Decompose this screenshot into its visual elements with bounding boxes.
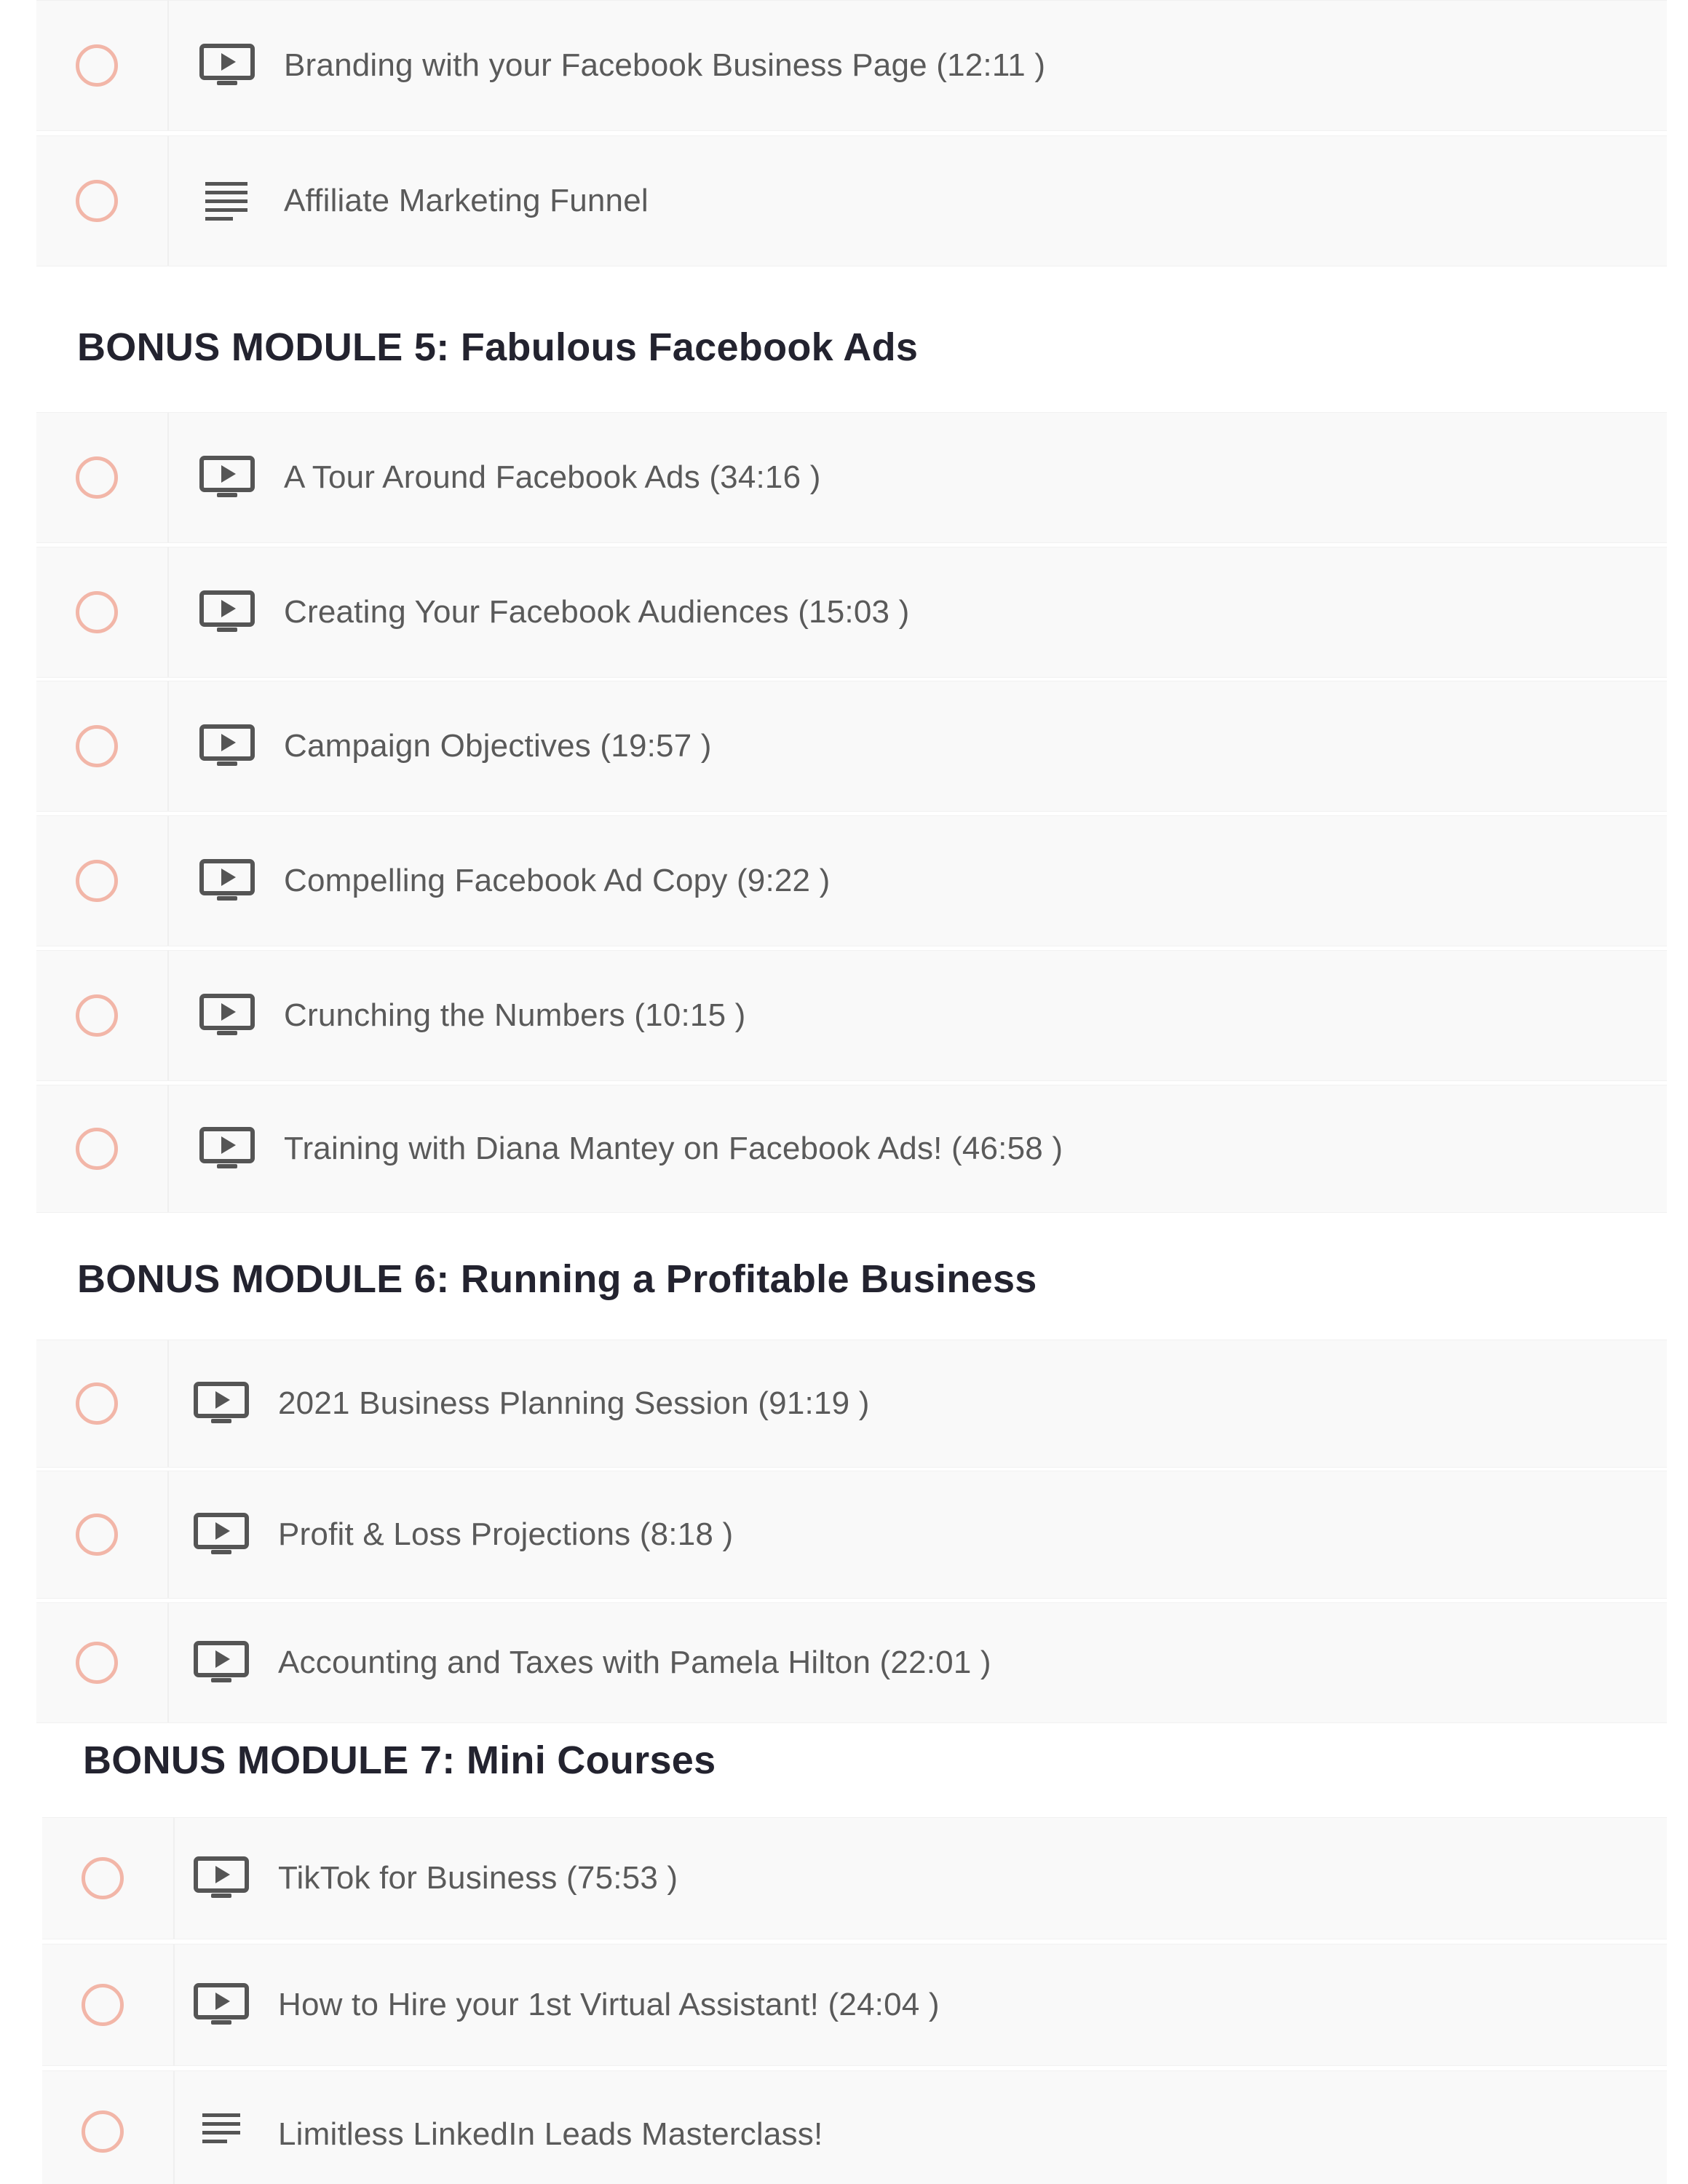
lesson-row[interactable]: Accounting and Taxes with Pamela Hilton … <box>36 1602 1667 1723</box>
lesson-row[interactable]: A Tour Around Facebook Ads (34:16 ) <box>36 412 1667 543</box>
play-screen-icon <box>198 589 256 636</box>
status-cell <box>42 1944 175 2065</box>
lesson-row[interactable]: 2021 Business Planning Session (91:19 ) <box>36 1340 1667 1468</box>
play-screen-icon <box>198 858 256 904</box>
incomplete-status-icon[interactable] <box>82 1984 124 2026</box>
lesson-row[interactable]: Creating Your Facebook Audiences (15:03 … <box>36 547 1667 678</box>
status-cell <box>36 1471 169 1598</box>
module-title: BONUS MODULE 6: Running a Profitable Bus… <box>77 1257 1037 1301</box>
lesson-title[interactable]: Profit & Loss Projections (8:18 ) <box>278 1516 733 1553</box>
incomplete-status-icon[interactable] <box>76 1514 118 1556</box>
status-cell <box>42 1818 175 1939</box>
lesson-row[interactable]: Profit & Loss Projections (8:18 ) <box>36 1471 1667 1599</box>
module-title: BONUS MODULE 5: Fabulous Facebook Ads <box>77 325 919 369</box>
play-screen-icon <box>198 723 256 769</box>
status-cell <box>36 1340 169 1467</box>
lesson-title[interactable]: Accounting and Taxes with Pamela Hilton … <box>278 1645 991 1681</box>
play-screen-icon <box>192 1380 250 1427</box>
lesson-title[interactable]: How to Hire your 1st Virtual Assistant! … <box>278 1987 940 2023</box>
incomplete-status-icon[interactable] <box>76 1382 118 1425</box>
lesson-row[interactable]: Affiliate Marketing Funnel <box>36 135 1667 266</box>
status-cell <box>36 136 169 266</box>
status-cell <box>36 547 169 677</box>
lesson-row[interactable]: Training with Diana Mantey on Facebook A… <box>36 1085 1667 1213</box>
play-screen-icon <box>198 42 256 89</box>
play-screen-icon <box>192 1855 250 1902</box>
text-lines-icon <box>198 178 256 224</box>
lesson-title[interactable]: Campaign Objectives (19:57 ) <box>284 728 712 764</box>
lesson-row[interactable]: TikTok for Business (75:53 ) <box>42 1817 1667 1939</box>
play-screen-icon <box>192 1511 250 1558</box>
play-screen-icon <box>192 1639 250 1686</box>
status-cell <box>36 681 169 811</box>
status-cell <box>36 1 169 130</box>
incomplete-status-icon[interactable] <box>76 456 118 499</box>
incomplete-status-icon[interactable] <box>76 994 118 1037</box>
lesson-row[interactable]: How to Hire your 1st Virtual Assistant! … <box>42 1944 1667 2066</box>
incomplete-status-icon[interactable] <box>76 591 118 633</box>
status-cell <box>36 413 169 542</box>
incomplete-status-icon[interactable] <box>82 2110 124 2153</box>
lesson-row[interactable]: Campaign Objectives (19:57 ) <box>36 681 1667 812</box>
lesson-title[interactable]: Creating Your Facebook Audiences (15:03 … <box>284 594 909 630</box>
incomplete-status-icon[interactable] <box>76 1128 118 1170</box>
status-cell <box>36 816 169 946</box>
incomplete-status-icon[interactable] <box>76 860 118 902</box>
lesson-row[interactable]: Limitless LinkedIn Leads Masterclass! <box>42 2070 1667 2184</box>
play-screen-icon <box>198 1125 256 1172</box>
lesson-title[interactable]: Training with Diana Mantey on Facebook A… <box>284 1131 1063 1167</box>
lesson-title[interactable]: Affiliate Marketing Funnel <box>284 183 649 219</box>
play-screen-icon <box>198 992 256 1039</box>
lesson-title[interactable]: Crunching the Numbers (10:15 ) <box>284 997 746 1034</box>
incomplete-status-icon[interactable] <box>76 725 118 767</box>
lesson-row[interactable]: Compelling Facebook Ad Copy (9:22 ) <box>36 815 1667 946</box>
text-lines-icon <box>195 2109 253 2156</box>
module-title: BONUS MODULE 7: Mini Courses <box>83 1738 716 1782</box>
play-screen-icon <box>192 1982 250 2028</box>
lesson-title[interactable]: TikTok for Business (75:53 ) <box>278 1860 678 1896</box>
incomplete-status-icon[interactable] <box>76 44 118 87</box>
incomplete-status-icon[interactable] <box>82 1857 124 1899</box>
play-screen-icon <box>198 454 256 501</box>
status-cell <box>36 1085 169 1212</box>
lesson-title[interactable]: 2021 Business Planning Session (91:19 ) <box>278 1385 870 1422</box>
status-cell <box>36 951 169 1080</box>
lesson-title[interactable]: A Tour Around Facebook Ads (34:16 ) <box>284 459 821 496</box>
incomplete-status-icon[interactable] <box>76 1642 118 1684</box>
lesson-row[interactable]: Branding with your Facebook Business Pag… <box>36 0 1667 131</box>
status-cell <box>36 1603 169 1722</box>
lesson-title[interactable]: Branding with your Facebook Business Pag… <box>284 47 1045 84</box>
status-cell <box>42 2071 175 2184</box>
incomplete-status-icon[interactable] <box>76 180 118 222</box>
lesson-row[interactable]: Crunching the Numbers (10:15 ) <box>36 950 1667 1081</box>
lesson-title[interactable]: Limitless LinkedIn Leads Masterclass! <box>278 2116 823 2153</box>
lesson-title[interactable]: Compelling Facebook Ad Copy (9:22 ) <box>284 863 831 899</box>
